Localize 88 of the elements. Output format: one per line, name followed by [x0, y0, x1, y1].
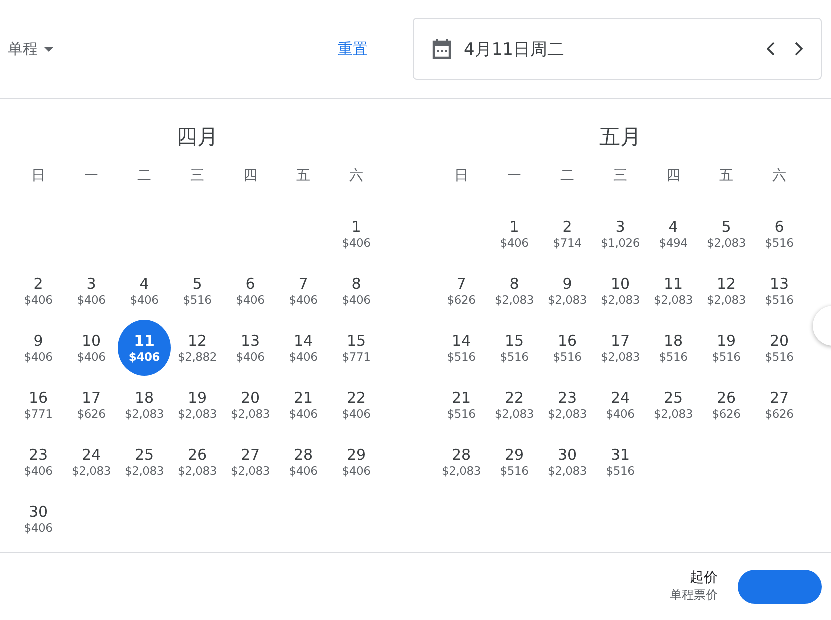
price-note: 单程票价 [670, 587, 718, 604]
weekday-label: 五 [718, 167, 734, 186]
calendar-day[interactable]: 18 $516 [647, 320, 700, 376]
calendar-day[interactable]: 21 $406 [277, 376, 330, 432]
calendar-day[interactable]: 8 $406 [330, 262, 383, 318]
month-title: 四月 [176, 124, 220, 151]
calendar-day[interactable]: 28 $2,083 [435, 434, 488, 490]
month-title: 五月 [598, 124, 642, 151]
calendar-day[interactable]: 22 $406 [330, 376, 383, 432]
calendar-day[interactable]: 25 $2,083 [118, 434, 171, 490]
calendar-day[interactable]: 7 $626 [435, 262, 488, 318]
weekday-label: 三 [612, 167, 628, 186]
calendar-day[interactable]: 1 $406 [330, 206, 383, 262]
calendar-icon [432, 38, 452, 60]
calendar-day[interactable]: 6 $406 [224, 262, 277, 318]
calendar-day[interactable]: 20 $516 [753, 320, 806, 376]
calendar-day[interactable]: 14 $516 [435, 320, 488, 376]
calendar-day[interactable]: 19 $2,083 [171, 376, 224, 432]
calendar-day[interactable]: 20 $2,083 [224, 376, 277, 432]
calendar-day[interactable]: 18 $2,083 [118, 376, 171, 432]
calendar-day[interactable]: 7 $406 [277, 262, 330, 318]
calendar-day[interactable]: 25 $2,083 [647, 376, 700, 432]
chevron-left-icon [767, 42, 775, 56]
calendar-day[interactable]: 8 $2,083 [488, 262, 541, 318]
calendar-day[interactable]: 4 $494 [647, 206, 700, 262]
calendar-day[interactable]: 30 $406 [12, 490, 65, 546]
calendar-day[interactable]: 11 $2,083 [647, 262, 700, 318]
calendar-day[interactable]: 14 $406 [277, 320, 330, 376]
weekday-label: 日 [30, 167, 46, 186]
calendar-day[interactable]: 30 $2,083 [541, 434, 594, 490]
done-button[interactable] [738, 570, 822, 604]
calendar-day[interactable]: 2 $714 [541, 206, 594, 262]
calendar-day[interactable]: 29 $516 [488, 434, 541, 490]
calendar-day[interactable]: 24 $406 [594, 376, 647, 432]
calendar-day[interactable]: 13 $516 [753, 262, 806, 318]
calendar-day[interactable]: 26 $2,083 [171, 434, 224, 490]
calendar-day[interactable]: 23 $406 [12, 434, 65, 490]
date-field[interactable]: 4月11日周二 [413, 18, 822, 80]
chevron-right-icon [795, 42, 803, 56]
calendar-day[interactable]: 15 $516 [488, 320, 541, 376]
calendar-day[interactable]: 6 $516 [753, 206, 806, 262]
weekday-label: 二 [136, 167, 152, 186]
calendar-day[interactable]: 4 $406 [118, 262, 171, 318]
calendar-day[interactable]: 23 $2,083 [541, 376, 594, 432]
selected-date: 4月11日周二 [464, 38, 566, 60]
calendar-day[interactable]: 12 $2,083 [700, 262, 753, 318]
calendar-day[interactable]: 2 $406 [12, 262, 65, 318]
trip-type-dropdown[interactable]: 单程 [8, 40, 54, 58]
weekday-label: 四 [666, 167, 682, 186]
calendar-day[interactable]: 15 $771 [330, 320, 383, 376]
calendar-day[interactable]: 26 $626 [700, 376, 753, 432]
calendar-day[interactable]: 24 $2,083 [65, 434, 118, 490]
calendar-day[interactable]: 27 $2,083 [224, 434, 277, 490]
price-label: 起价 [690, 569, 718, 587]
calendar-day[interactable]: 3 $1,026 [594, 206, 647, 262]
weekday-label: 三 [190, 167, 206, 186]
calendar-day[interactable]: 17 $626 [65, 376, 118, 432]
calendar-day[interactable]: 13 $406 [224, 320, 277, 376]
weekday-label: 四 [242, 167, 258, 186]
calendar-day[interactable]: 3 $406 [65, 262, 118, 318]
calendar-day[interactable]: 1 $406 [488, 206, 541, 262]
calendar-day[interactable]: 11 $406 [118, 320, 171, 376]
calendar-day[interactable]: 16 $516 [541, 320, 594, 376]
calendar-day[interactable]: 31 $516 [594, 434, 647, 490]
calendar-day[interactable]: 29 $406 [330, 434, 383, 490]
calendar-day[interactable]: 9 $2,083 [541, 262, 594, 318]
calendar-day[interactable]: 17 $2,083 [594, 320, 647, 376]
calendar-day[interactable]: 5 $516 [171, 262, 224, 318]
calendar-day[interactable]: 28 $406 [277, 434, 330, 490]
calendar-day[interactable]: 22 $2,083 [488, 376, 541, 432]
weekday-label: 二 [560, 167, 576, 186]
calendar-day[interactable]: 10 $406 [65, 320, 118, 376]
calendar-day[interactable]: 9 $406 [12, 320, 65, 376]
calendar-day[interactable]: 12 $2,882 [171, 320, 224, 376]
weekday-label: 六 [772, 167, 788, 186]
calendar-day[interactable]: 19 $516 [700, 320, 753, 376]
calendar-day[interactable]: 27 $626 [753, 376, 806, 432]
calendar-day[interactable]: 16 $771 [12, 376, 65, 432]
caret-icon [44, 46, 54, 52]
calendar-day[interactable]: 21 $516 [435, 376, 488, 432]
reset-button[interactable]: 重置 [338, 36, 368, 62]
calendar-day[interactable]: 5 $2,083 [700, 206, 753, 262]
weekday-label: 一 [84, 167, 100, 186]
weekday-label: 六 [348, 167, 364, 186]
calendar-day[interactable]: 10 $2,083 [594, 262, 647, 318]
weekday-label: 五 [296, 167, 312, 186]
weekday-label: 一 [506, 167, 522, 186]
weekday-label: 日 [454, 167, 470, 186]
